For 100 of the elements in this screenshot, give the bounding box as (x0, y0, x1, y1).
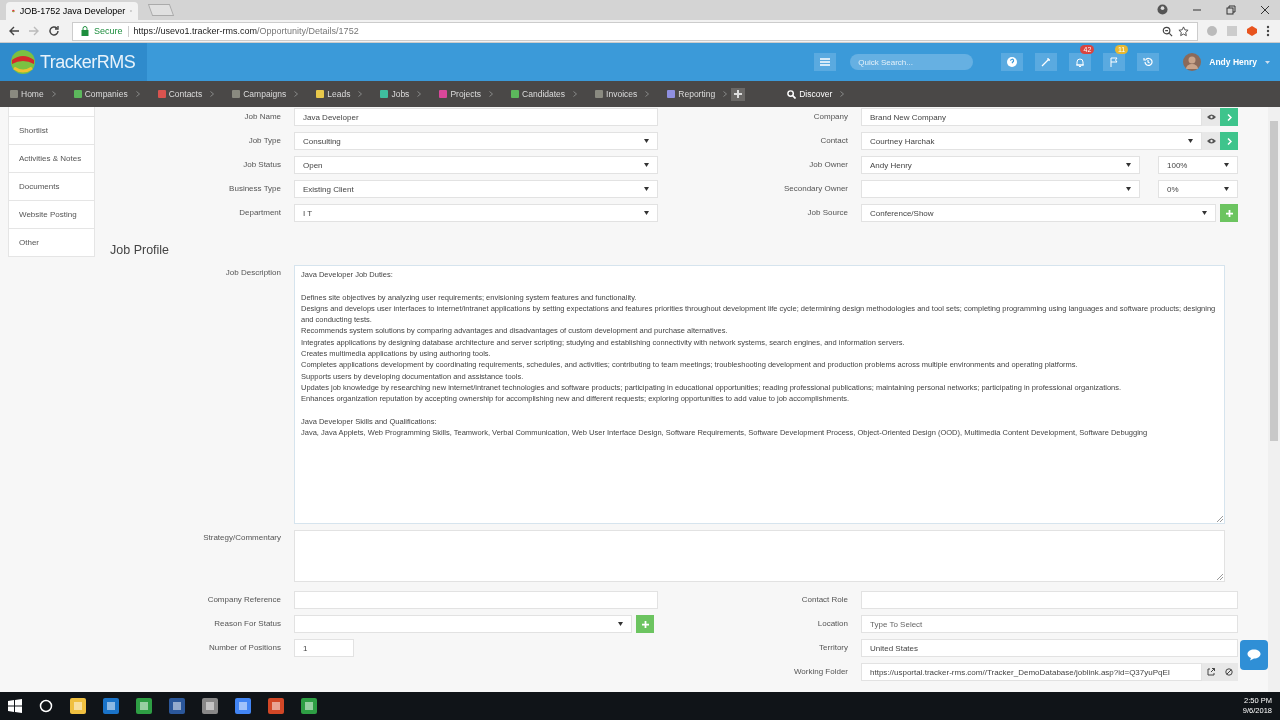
select-field[interactable]: I T (294, 204, 658, 222)
chevron-icon (51, 91, 56, 97)
sidebar-item[interactable]: Documents (8, 173, 95, 201)
field-label: Company (812, 111, 849, 123)
wand-icon (1041, 57, 1052, 67)
notifications-button[interactable] (1069, 53, 1092, 71)
input-field[interactable] (294, 591, 658, 609)
open-link-button[interactable] (1202, 663, 1220, 681)
input-field[interactable]: Type To Select (861, 615, 1238, 633)
history-icon (1143, 57, 1154, 67)
history-button[interactable] (1137, 53, 1160, 71)
select-field[interactable]: Consulting (294, 132, 658, 150)
plus-icon (734, 90, 743, 98)
input-field[interactable]: 1 (294, 639, 354, 657)
app-icon[interactable] (235, 698, 251, 714)
sidebar-item[interactable]: Other (8, 229, 95, 257)
field-label: Business Type (228, 183, 282, 195)
chevron-icon (294, 91, 299, 97)
nav-item[interactable]: Candidates (509, 89, 568, 99)
back-icon[interactable] (8, 25, 20, 37)
add-button[interactable] (731, 87, 746, 101)
caret-icon (1188, 139, 1193, 143)
forward-icon[interactable] (28, 25, 40, 37)
extension-icon[interactable] (1226, 25, 1238, 37)
more-icon[interactable] (1266, 25, 1270, 37)
caret-icon (1126, 163, 1131, 167)
wand-button[interactable] (1035, 53, 1058, 71)
extension-icon[interactable] (1246, 25, 1258, 37)
app-icon[interactable] (169, 698, 185, 714)
zoom-icon[interactable] (1162, 25, 1173, 37)
chevron-icon (358, 91, 363, 97)
nav-item[interactable]: Contacts (155, 89, 205, 99)
app-icon[interactable] (268, 698, 284, 714)
select-field[interactable]: 0% (1158, 180, 1238, 198)
view-button[interactable] (1202, 108, 1220, 126)
flags-button[interactable] (1103, 53, 1126, 71)
nav-item[interactable]: Invoices (593, 89, 640, 99)
input-field[interactable] (861, 591, 1238, 609)
nav-item[interactable]: Campaigns (230, 89, 289, 99)
nav-item[interactable]: Companies (71, 89, 130, 99)
input-field[interactable]: Java Developer (294, 108, 658, 126)
select-field[interactable]: 100% (1158, 156, 1238, 174)
sidebar-item[interactable]: Shortlist (8, 117, 95, 145)
plus-icon (641, 620, 649, 628)
view-button[interactable] (1202, 132, 1220, 150)
lock-icon (81, 26, 89, 36)
nav-item[interactable]: Home (8, 89, 46, 99)
chat-button[interactable] (1240, 640, 1268, 670)
help-button[interactable] (1001, 53, 1024, 71)
browser-tab[interactable]: JOB-1752 Java Developer (6, 2, 138, 20)
search-field[interactable]: Quick Search... (850, 54, 974, 70)
new-tab-button[interactable] (147, 4, 175, 16)
chevron-icon (723, 91, 728, 97)
resize-grip-icon[interactable] (1217, 574, 1223, 580)
input-field[interactable]: https://usportal.tracker-rms.com//Tracker_DemoDatabase/joblink.asp?id=Q37yuPqEI (861, 663, 1202, 681)
scrollbar[interactable] (1268, 107, 1280, 692)
nav-item[interactable]: Reporting (665, 89, 718, 99)
select-field[interactable]: Open (294, 156, 658, 174)
app-icon[interactable] (103, 698, 119, 714)
nav-item[interactable]: Projects (437, 89, 484, 99)
input-field[interactable]: Brand New Company (861, 108, 1202, 126)
nav-item[interactable]: Discover (785, 89, 835, 99)
field-label: Location (816, 618, 849, 630)
star-icon[interactable] (1178, 25, 1189, 37)
app-icon[interactable] (136, 698, 152, 714)
nav-item[interactable]: Leads (314, 89, 353, 99)
reload-icon[interactable] (48, 25, 60, 37)
nav-item[interactable]: Jobs (378, 89, 412, 99)
close-icon[interactable] (1260, 5, 1270, 15)
input-field[interactable]: United States (861, 639, 1238, 657)
clear-button[interactable] (1220, 663, 1238, 681)
select-field[interactable]: Courtney Harchak (861, 132, 1202, 150)
app-icon[interactable] (301, 698, 317, 714)
chevron-icon (210, 91, 215, 97)
resize-grip-icon[interactable] (1217, 516, 1223, 522)
sidebar-item[interactable]: Website Posting (8, 201, 95, 229)
secure-label: Secure (94, 26, 123, 36)
profile-icon[interactable] (1157, 4, 1168, 15)
select-field[interactable]: Conference/Show (861, 204, 1216, 222)
field-label: Job Description (224, 267, 282, 279)
caret-icon (1224, 187, 1229, 191)
app-icon[interactable] (202, 698, 218, 714)
app-icon[interactable] (70, 698, 86, 714)
avatar[interactable] (1183, 53, 1202, 71)
address-bar[interactable]: Secure https://usevo1.tracker-rms.com/Opportunity/Details/1752 (72, 21, 1198, 41)
select-field[interactable]: Existing Client (294, 180, 658, 198)
chevron-icon (645, 91, 650, 97)
chevron-icon (135, 91, 140, 97)
select-field[interactable]: Andy Henry (861, 156, 1140, 174)
select-field[interactable] (294, 615, 632, 633)
help-icon (1007, 57, 1018, 67)
extension-icon[interactable] (1206, 25, 1218, 37)
search-icon[interactable] (39, 699, 53, 713)
external-link-icon (1207, 668, 1215, 676)
field-label: Strategy/Commentary (202, 532, 282, 544)
windows-icon[interactable] (8, 699, 22, 713)
restore-icon[interactable] (1226, 5, 1236, 15)
select-field[interactable] (861, 180, 1140, 198)
menu-button[interactable] (814, 53, 837, 71)
sidebar-item[interactable]: Activities & Notes (8, 145, 95, 173)
